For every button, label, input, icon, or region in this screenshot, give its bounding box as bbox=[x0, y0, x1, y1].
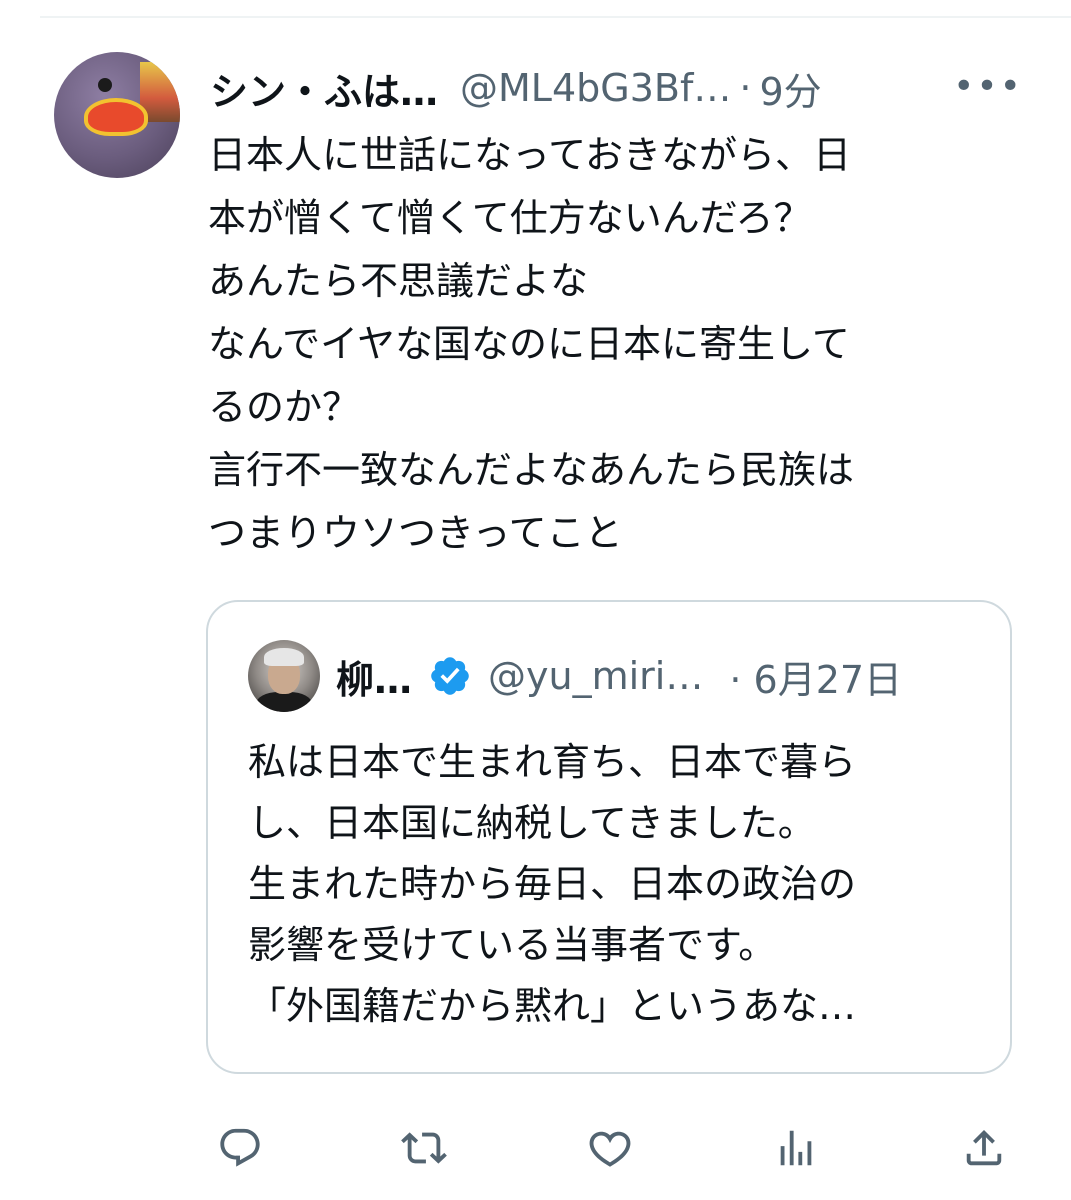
avatar-body bbox=[256, 692, 312, 712]
author-handle[interactable]: @ML4bG3Bf… bbox=[460, 66, 731, 110]
separator-dot: · bbox=[739, 66, 752, 110]
avatar-beak bbox=[84, 98, 148, 136]
top-divider bbox=[40, 16, 1071, 18]
quoted-tweet-text: 私は日本で生まれ育ち、日本で暮ら し、日本国に納税してきました。 生まれた時から… bbox=[248, 740, 857, 1028]
retweet-icon bbox=[401, 1132, 447, 1164]
quoted-tweet-timestamp: · 6月27日 bbox=[729, 649, 902, 704]
like-button[interactable] bbox=[580, 1118, 640, 1178]
quoted-tweet-card[interactable]: 柳… @yu_miri… · 6月27日 私は日本で生まれ育ち、日本で暮ら し、… bbox=[206, 600, 1012, 1074]
tweet-timestamp[interactable]: 9分 bbox=[759, 61, 821, 116]
avatar-hair bbox=[264, 648, 304, 666]
verified-badge-icon bbox=[431, 657, 469, 695]
tweet-header: シン・ふは… @ML4bG3Bf… · 9分 bbox=[210, 62, 822, 114]
reply-button[interactable] bbox=[210, 1118, 270, 1178]
quoted-author-handle: @yu_miri… bbox=[488, 654, 704, 698]
more-options-icon[interactable]: ••• bbox=[953, 60, 1021, 112]
author-display-name[interactable]: シン・ふは… bbox=[210, 61, 438, 116]
views-button[interactable] bbox=[766, 1118, 826, 1178]
separator-dot: · bbox=[729, 657, 742, 702]
reply-icon bbox=[220, 1128, 260, 1167]
share-button[interactable] bbox=[954, 1118, 1014, 1178]
quoted-tweet-header: 柳… @yu_miri… · 6月27日 bbox=[336, 646, 902, 706]
share-icon bbox=[966, 1129, 1002, 1166]
quoted-author-display-name: 柳… bbox=[336, 657, 413, 702]
quoted-author-avatar bbox=[248, 640, 320, 712]
retweet-button[interactable] bbox=[394, 1118, 454, 1178]
tweet-text: 日本人に世話になっておきながら、日 本が憎くて憎くて仕方ないんだろ？ あんたら不… bbox=[208, 133, 855, 555]
avatar-eye bbox=[98, 78, 112, 92]
analytics-icon bbox=[780, 1130, 812, 1166]
tweet-action-bar bbox=[210, 1118, 1010, 1178]
like-icon bbox=[589, 1131, 631, 1167]
quoted-time-value: 6月27日 bbox=[753, 657, 903, 702]
author-avatar[interactable] bbox=[54, 52, 180, 178]
